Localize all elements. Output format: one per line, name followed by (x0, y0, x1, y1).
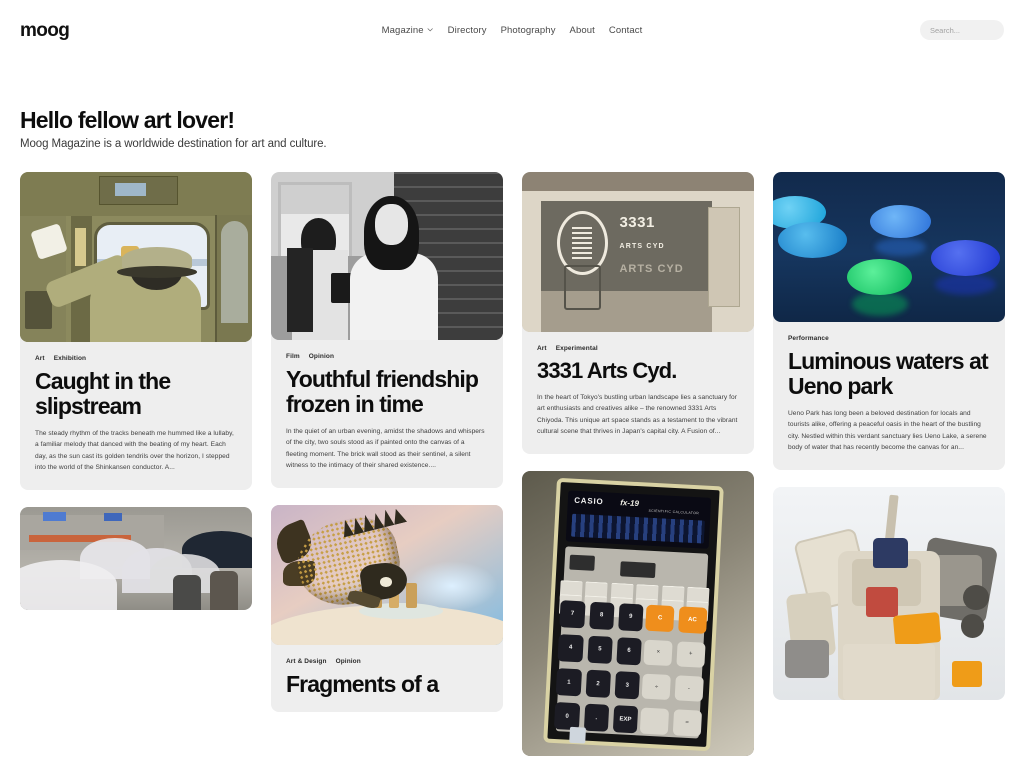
article-title[interactable]: 3331 Arts Cyd. (537, 359, 739, 383)
article-image-storefront: 3331 ARTS CYD ARTS CYD (522, 172, 754, 333)
hero-section: Hello fellow art lover! Moog Magazine is… (0, 60, 1024, 150)
calculator-key (639, 708, 670, 736)
article-card-umbrellas[interactable] (20, 506, 252, 610)
calculator-operator-keys: C AC × + ÷ - = (639, 605, 707, 737)
article-card-slipstream[interactable]: Art Exhibition Caught in the slipstream … (20, 172, 252, 490)
article-tag[interactable]: Experimental (556, 345, 598, 352)
article-image-gundam-statue (773, 486, 1005, 700)
article-tag[interactable]: Opinion (336, 658, 361, 665)
calculator-key: - (673, 675, 704, 703)
article-tag[interactable]: Film (286, 353, 300, 360)
calculator-key: × (643, 639, 673, 667)
article-tags: Art & Design Opinion (286, 658, 488, 665)
article-image-two-women (271, 172, 503, 341)
main-navigation: Magazine Directory Photography About Con… (382, 25, 643, 36)
calculator-key: 4 (557, 634, 584, 663)
article-card-body: Film Opinion Youthful friendship frozen … (271, 340, 503, 487)
article-title[interactable]: Caught in the slipstream (35, 369, 237, 418)
calculator-key: 1 (555, 668, 582, 697)
article-card-fragments[interactable]: Art & Design Opinion Fragments of a (271, 504, 503, 713)
grid-column-1: Art Exhibition Caught in the slipstream … (20, 172, 252, 610)
search-input[interactable] (930, 25, 994, 35)
calculator-key-all-clear: AC (677, 606, 707, 634)
calculator-key: 8 (588, 602, 615, 630)
article-title[interactable]: Youthful friendship frozen in time (286, 367, 488, 416)
calculator-key: + (675, 641, 706, 669)
article-card-calculator[interactable]: CASIO fx-19 SCIENTIFIC CALCULATOR 7 8 9 … (522, 470, 754, 756)
article-card-body: Art Experimental 3331 Arts Cyd. In the h… (522, 332, 754, 454)
page-subtitle: Moog Magazine is a worldwide destination… (20, 138, 327, 151)
nav-item-contact[interactable]: Contact (609, 25, 642, 36)
calculator-key: 5 (586, 636, 613, 664)
article-excerpt: In the heart of Tokyo's bustling urban l… (537, 393, 738, 436)
site-logo[interactable]: moog (20, 21, 70, 40)
article-image-glowing-orbs (773, 172, 1005, 323)
article-tag[interactable]: Art (35, 355, 45, 362)
article-card-gundam[interactable] (773, 486, 1005, 700)
nav-item-directory[interactable]: Directory (448, 25, 487, 36)
article-title[interactable]: Luminous waters at Ueno park (788, 349, 990, 398)
article-tag[interactable]: Performance (788, 335, 829, 342)
calculator-key: 9 (617, 603, 644, 632)
calculator-key: . (583, 704, 609, 732)
article-tags: Performance (788, 335, 990, 342)
grid-column-2: Film Opinion Youthful friendship frozen … (271, 172, 503, 713)
article-image-casio-calculator: CASIO fx-19 SCIENTIFIC CALCULATOR 7 8 9 … (522, 470, 754, 756)
article-tag[interactable]: Exhibition (54, 355, 86, 362)
article-tags: Art Exhibition (35, 355, 237, 362)
article-tags: Film Opinion (286, 353, 488, 360)
storefront-label: ARTS CYD (619, 242, 665, 250)
nav-item-about[interactable]: About (570, 25, 595, 36)
article-tags: Art Experimental (537, 345, 739, 352)
grid-column-4: Performance Luminous waters at Ueno park… (773, 172, 1005, 700)
calculator-key: 7 (559, 600, 586, 629)
storefront-label-shadow: ARTS CYD (619, 263, 684, 276)
page-title: Hello fellow art lover! (20, 107, 235, 133)
article-tag[interactable]: Art (537, 345, 547, 352)
article-card-body: Art & Design Opinion Fragments of a (271, 645, 503, 713)
nav-item-photography[interactable]: Photography (501, 25, 556, 36)
article-tag[interactable]: Art & Design (286, 658, 327, 665)
article-grid: Art Exhibition Caught in the slipstream … (0, 150, 1024, 756)
calculator-key: 0 (554, 702, 580, 731)
calculator-key: 6 (616, 637, 642, 666)
calculator-key: ÷ (641, 673, 672, 701)
chevron-down-icon (427, 26, 434, 33)
article-image-train-conductor (20, 172, 252, 343)
article-excerpt: In the quiet of an urban evening, amidst… (286, 427, 485, 470)
article-excerpt: The steady rhythm of the tracks beneath … (35, 429, 234, 472)
article-card-luminous[interactable]: Performance Luminous waters at Ueno park… (773, 172, 1005, 470)
site-header: moog Magazine Directory Photography Abou… (0, 0, 1024, 60)
article-card-body: Art Exhibition Caught in the slipstream … (20, 342, 252, 489)
article-card-3331-arts[interactable]: 3331 ARTS CYD ARTS CYD Art Experimental … (522, 172, 754, 454)
article-card-youthful[interactable]: Film Opinion Youthful friendship frozen … (271, 172, 503, 488)
nav-item-magazine[interactable]: Magazine (382, 25, 434, 36)
article-title[interactable]: Fragments of a (286, 672, 488, 697)
calculator-key: EXP (612, 705, 639, 734)
calculator-key: 2 (585, 670, 611, 698)
article-image-umbrellas (20, 506, 252, 610)
article-tag[interactable]: Opinion (309, 353, 334, 360)
grid-column-3: 3331 ARTS CYD ARTS CYD Art Experimental … (522, 172, 754, 756)
nav-item-label: Magazine (381, 24, 424, 36)
article-card-body: Performance Luminous waters at Ueno park… (773, 322, 1005, 469)
calculator-numpad: 7 8 9 4 5 6 1 2 3 0 . EXP (554, 600, 644, 734)
article-excerpt: Ueno Park has long been a beloved destin… (788, 409, 987, 452)
calculator-key: = (672, 709, 702, 737)
calculator-key-clear: C (645, 605, 675, 633)
calculator-key: 3 (614, 671, 640, 700)
search-box[interactable] (920, 20, 1004, 40)
calculator-model: fx-19 (619, 498, 639, 509)
storefront-number: 3331 (619, 213, 655, 231)
article-image-fish-sculpture (271, 504, 503, 645)
